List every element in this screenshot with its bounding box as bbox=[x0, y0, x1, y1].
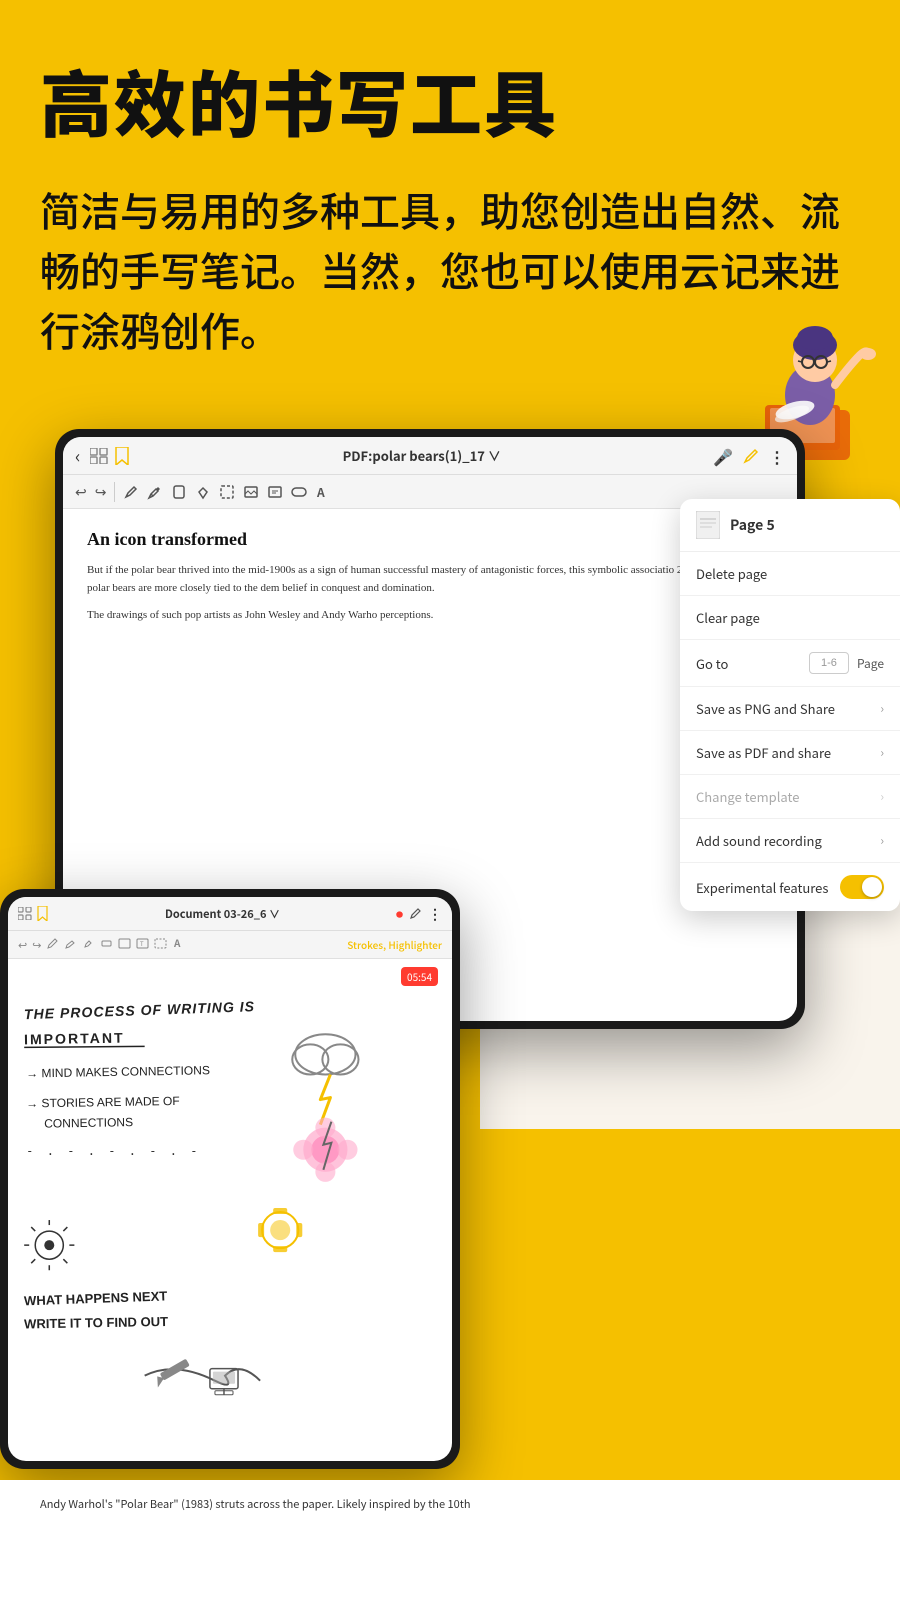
goto-page-item[interactable]: Go to Page bbox=[680, 640, 900, 687]
more-small-icon[interactable]: ⋮ bbox=[428, 904, 442, 924]
menu-page-title: Page 5 bbox=[730, 515, 775, 535]
secondary-screen: Document 03-26_6 ∨ ⏺ ⋮ ↩ ↪ bbox=[8, 897, 452, 1461]
goto-input[interactable] bbox=[809, 652, 849, 674]
pen-tool-icon[interactable] bbox=[123, 484, 139, 500]
handwriting-canvas: THE PROCESS OF WRITING IS IMPORTANT → MI… bbox=[8, 959, 452, 1461]
svg-text:A: A bbox=[316, 484, 325, 500]
add-sound-label: Add sound recording bbox=[696, 831, 822, 850]
experimental-label: Experimental features bbox=[696, 878, 828, 897]
toggle-thumb bbox=[862, 877, 882, 897]
goto-label: Go to bbox=[696, 654, 728, 673]
secondary-doc-title[interactable]: Document 03-26_6 ∨ bbox=[55, 906, 390, 922]
grid-icon bbox=[90, 448, 108, 464]
toolbar-separator bbox=[114, 482, 115, 502]
secondary-right-icons: ⏺ ⋮ bbox=[396, 904, 442, 924]
back-button[interactable]: ‹ bbox=[75, 443, 80, 469]
devices-area: ‹ PDF:polar bears(1)_17 ∨ 🎤 bbox=[0, 429, 900, 1529]
toolbar-right-actions: 🎤 ⋮ bbox=[713, 444, 785, 468]
delete-page-item[interactable]: Delete page bbox=[680, 552, 900, 596]
marker-small[interactable] bbox=[82, 937, 95, 950]
chevron-right-icon: › bbox=[880, 788, 884, 805]
chevron-right-icon: › bbox=[880, 700, 884, 717]
toolbar-left-icons bbox=[90, 447, 130, 465]
svg-text:WHAT HAPPENS NEXT: WHAT HAPPENS NEXT bbox=[24, 1289, 168, 1309]
page-suffix: Page bbox=[857, 655, 884, 672]
svg-text:WRITE IT TO FIND OUT: WRITE IT TO FIND OUT bbox=[24, 1314, 168, 1332]
selection-icon[interactable] bbox=[219, 484, 235, 500]
text-small[interactable]: T bbox=[136, 937, 149, 950]
context-menu: Page 5 Delete page Clear page Go to Page… bbox=[680, 499, 900, 911]
hero-section: 高效的书写工具 简洁与易用的多种工具，助您创造出自然、流畅的手写笔记。当然，您也… bbox=[0, 0, 900, 399]
delete-page-label: Delete page bbox=[696, 564, 767, 583]
font-icon[interactable]: A bbox=[315, 484, 331, 500]
link-icon[interactable] bbox=[291, 484, 307, 500]
highlighter-icon[interactable] bbox=[195, 484, 211, 500]
secondary-left-icons bbox=[18, 906, 49, 921]
pencil-small[interactable] bbox=[64, 937, 77, 950]
svg-text:A: A bbox=[173, 937, 181, 950]
svg-text:THE PROCESS OF WRITING IS: THE PROCESS OF WRITING IS bbox=[24, 998, 256, 1022]
font-a-small[interactable]: A bbox=[172, 937, 185, 950]
bookmark-icon bbox=[114, 447, 130, 465]
strokes-label: Strokes, Highlighter bbox=[347, 937, 442, 952]
svg-text:IMPORTANT: IMPORTANT bbox=[24, 1030, 125, 1048]
undo-small-icon[interactable]: ↩ bbox=[18, 937, 27, 953]
document-paragraph-2: The drawings of such pop artists as John… bbox=[87, 607, 773, 625]
undo-icon[interactable]: ↩ bbox=[75, 482, 87, 502]
secondary-toolbar: Document 03-26_6 ∨ ⏺ ⋮ bbox=[8, 897, 452, 931]
pen-small-icon[interactable] bbox=[409, 907, 422, 920]
add-sound-item[interactable]: Add sound recording › bbox=[680, 819, 900, 863]
svg-text:- . - . - . - . -: - . - . - . - . - bbox=[26, 1144, 200, 1158]
redo-icon[interactable]: ↪ bbox=[95, 482, 107, 502]
redo-small-icon[interactable]: ↪ bbox=[32, 937, 41, 953]
change-template-label: Change template bbox=[696, 787, 799, 806]
menu-header: Page 5 bbox=[680, 499, 900, 552]
select-small[interactable] bbox=[154, 937, 167, 950]
bottom-caption: Andy Warhol's "Polar Bear" (1983) struts… bbox=[40, 1496, 860, 1514]
document-heading: An icon transformed bbox=[87, 529, 773, 550]
main-toolbar: ‹ PDF:polar bears(1)_17 ∨ 🎤 bbox=[63, 437, 797, 475]
mic-icon[interactable]: 🎤 bbox=[713, 444, 733, 468]
highlight-small[interactable] bbox=[100, 937, 113, 950]
document-paragraph-1: But if the polar bear thrived into the m… bbox=[87, 562, 773, 597]
page-icon bbox=[696, 511, 720, 539]
clear-page-item[interactable]: Clear page bbox=[680, 596, 900, 640]
marker-tool-icon[interactable] bbox=[171, 484, 187, 500]
secondary-content: 05:54 THE PROCESS OF WRITING IS IMPORTAN… bbox=[8, 959, 452, 1461]
chevron-right-icon: › bbox=[880, 832, 884, 849]
svg-text:→ STORIES ARE MADE OF: → STORIES ARE MADE OF bbox=[26, 1094, 180, 1111]
chevron-right-icon: › bbox=[880, 744, 884, 761]
text-box-icon[interactable] bbox=[267, 484, 283, 500]
goto-right: Page bbox=[809, 652, 884, 674]
grid-small-icon bbox=[18, 907, 32, 920]
hero-title: 高效的书写工具 bbox=[40, 60, 860, 139]
svg-text:T: T bbox=[140, 939, 144, 948]
bookmark-small-icon bbox=[36, 906, 49, 921]
more-options-button[interactable]: ⋮ bbox=[769, 444, 785, 468]
svg-text:CONNECTIONS: CONNECTIONS bbox=[44, 1115, 133, 1131]
pen-icon[interactable] bbox=[743, 448, 759, 464]
change-template-item[interactable]: Change template › bbox=[680, 775, 900, 819]
save-pdf-label: Save as PDF and share bbox=[696, 743, 831, 762]
secondary-drawing-toolbar: ↩ ↪ bbox=[8, 931, 452, 959]
sec-drawing-tools: ↩ ↪ bbox=[18, 937, 185, 953]
save-png-label: Save as PNG and Share bbox=[696, 699, 835, 718]
experimental-toggle[interactable] bbox=[840, 875, 884, 899]
record-icon[interactable]: ⏺ bbox=[396, 904, 403, 924]
pen-tool-small[interactable] bbox=[46, 937, 59, 950]
experimental-features-item[interactable]: Experimental features bbox=[680, 863, 900, 911]
save-pdf-item[interactable]: Save as PDF and share › bbox=[680, 731, 900, 775]
clear-page-label: Clear page bbox=[696, 608, 760, 627]
svg-text:→ MIND MAKES CONNECTIONS: → MIND MAKES CONNECTIONS bbox=[26, 1063, 210, 1080]
document-title[interactable]: PDF:polar bears(1)_17 ∨ bbox=[136, 446, 707, 465]
image-icon[interactable] bbox=[243, 484, 259, 500]
pencil-tool-icon[interactable] bbox=[147, 484, 163, 500]
secondary-tablet: Document 03-26_6 ∨ ⏺ ⋮ ↩ ↪ bbox=[0, 889, 460, 1469]
bottom-section: Andy Warhol's "Polar Bear" (1983) struts… bbox=[0, 1480, 900, 1600]
save-png-item[interactable]: Save as PNG and Share › bbox=[680, 687, 900, 731]
img-small[interactable] bbox=[118, 937, 131, 950]
